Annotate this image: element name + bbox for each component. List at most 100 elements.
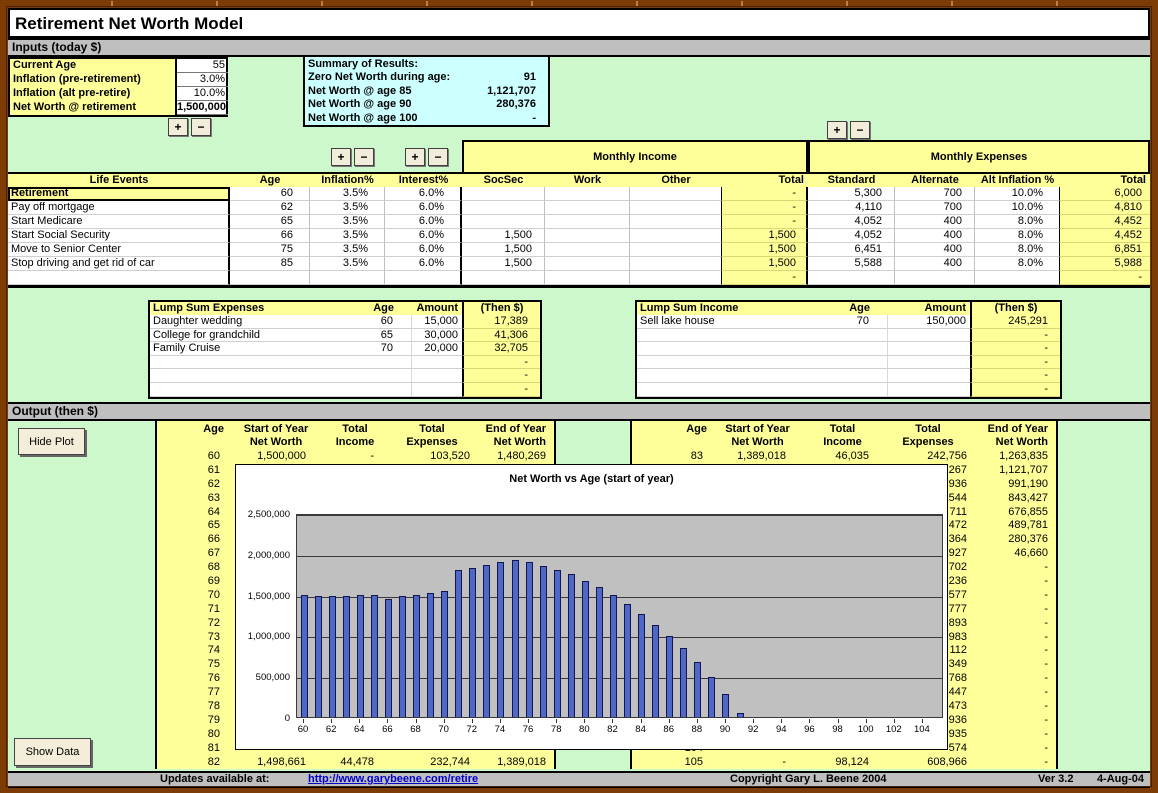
life-event-value-cell[interactable]: 5,588 bbox=[808, 257, 895, 271]
life-event-value-cell[interactable]: 75 bbox=[230, 243, 310, 257]
output-cell[interactable]: 232,744 bbox=[390, 756, 474, 770]
output-cell[interactable]: 76 bbox=[157, 672, 232, 686]
lump-cell[interactable]: 30,000 bbox=[412, 329, 462, 343]
life-event-value-cell[interactable]: 6,851 bbox=[1060, 243, 1150, 257]
life-event-value-cell[interactable] bbox=[545, 257, 630, 271]
lump-cell[interactable] bbox=[150, 369, 352, 383]
life-event-value-cell[interactable] bbox=[385, 271, 462, 285]
lump-cell[interactable]: - bbox=[970, 342, 1060, 356]
lump-cell[interactable] bbox=[412, 383, 462, 397]
show-data-button[interactable]: Show Data bbox=[14, 738, 91, 766]
minus-button[interactable]: − bbox=[191, 118, 211, 136]
life-event-value-cell[interactable]: 6.0% bbox=[385, 243, 462, 257]
life-event-value-cell[interactable]: 3.5% bbox=[310, 187, 385, 201]
lump-cell[interactable] bbox=[818, 342, 888, 356]
life-event-value-cell[interactable]: 6.0% bbox=[385, 229, 462, 243]
minus-button[interactable]: − bbox=[354, 148, 374, 166]
output-cell[interactable]: - bbox=[715, 756, 800, 770]
output-cell[interactable]: 70 bbox=[157, 589, 232, 603]
life-event-name-cell[interactable]: Retirement bbox=[8, 187, 230, 201]
output-cell[interactable]: 1,498,661 bbox=[232, 756, 320, 770]
lump-cell[interactable] bbox=[150, 383, 352, 397]
life-event-value-cell[interactable]: 6.0% bbox=[385, 215, 462, 229]
life-event-value-cell[interactable]: 4,052 bbox=[808, 215, 895, 229]
lump-cell[interactable] bbox=[888, 356, 970, 370]
output-cell[interactable]: 62 bbox=[157, 478, 232, 492]
life-event-value-cell[interactable]: 6.0% bbox=[385, 201, 462, 215]
life-event-value-cell[interactable]: 6.0% bbox=[385, 187, 462, 201]
life-event-value-cell[interactable]: 700 bbox=[895, 201, 975, 215]
output-cell[interactable]: 1,500,000 bbox=[232, 450, 320, 464]
lump-cell[interactable] bbox=[352, 369, 412, 383]
lump-cell[interactable]: - bbox=[462, 356, 540, 370]
life-event-value-cell[interactable]: 6,000 bbox=[1060, 187, 1150, 201]
lump-cell[interactable]: - bbox=[970, 329, 1060, 343]
output-cell[interactable]: 79 bbox=[157, 714, 232, 728]
lump-cell[interactable] bbox=[352, 356, 412, 370]
output-cell[interactable]: - bbox=[971, 658, 1056, 672]
output-cell[interactable]: 1,480,269 bbox=[474, 450, 554, 464]
lump-cell[interactable] bbox=[888, 342, 970, 356]
lump-cell[interactable] bbox=[637, 369, 818, 383]
output-cell[interactable]: - bbox=[971, 672, 1056, 686]
output-cell[interactable]: - bbox=[971, 728, 1056, 742]
output-cell[interactable]: 676,855 bbox=[971, 506, 1056, 520]
life-event-value-cell[interactable]: 8.0% bbox=[975, 229, 1060, 243]
lump-cell[interactable]: Sell lake house bbox=[637, 315, 818, 329]
life-event-value-cell[interactable] bbox=[462, 201, 545, 215]
life-event-value-cell[interactable]: - bbox=[722, 215, 808, 229]
life-event-value-cell[interactable] bbox=[545, 271, 630, 285]
life-event-value-cell[interactable]: 4,452 bbox=[1060, 229, 1150, 243]
life-event-value-cell[interactable]: 1,500 bbox=[722, 229, 808, 243]
life-event-value-cell[interactable]: 1,500 bbox=[722, 243, 808, 257]
life-event-value-cell[interactable] bbox=[310, 271, 385, 285]
life-event-value-cell[interactable]: 4,810 bbox=[1060, 201, 1150, 215]
lump-cell[interactable] bbox=[412, 356, 462, 370]
life-event-value-cell[interactable]: 4,052 bbox=[808, 229, 895, 243]
output-cell[interactable]: 1,263,835 bbox=[971, 450, 1056, 464]
output-cell[interactable]: 103,520 bbox=[390, 450, 474, 464]
output-cell[interactable]: - bbox=[971, 631, 1056, 645]
output-cell[interactable]: - bbox=[320, 450, 390, 464]
output-cell[interactable]: 63 bbox=[157, 492, 232, 506]
output-cell[interactable]: - bbox=[971, 617, 1056, 631]
minus-button[interactable]: − bbox=[850, 121, 870, 139]
lump-cell[interactable]: 41,306 bbox=[462, 329, 540, 343]
life-event-value-cell[interactable]: 700 bbox=[895, 187, 975, 201]
output-cell[interactable]: 489,781 bbox=[971, 519, 1056, 533]
life-event-value-cell[interactable]: 3.5% bbox=[310, 257, 385, 271]
output-cell[interactable]: 991,190 bbox=[971, 478, 1056, 492]
lump-cell[interactable]: 70 bbox=[352, 342, 412, 356]
net-worth-chart[interactable]: Net Worth vs Age (start of year) 2,500,0… bbox=[235, 464, 948, 750]
output-cell[interactable]: - bbox=[971, 603, 1056, 617]
plus-button[interactable]: + bbox=[827, 121, 847, 139]
life-event-value-cell[interactable] bbox=[230, 271, 310, 285]
lump-cell[interactable] bbox=[818, 329, 888, 343]
life-event-value-cell[interactable]: 3.5% bbox=[310, 243, 385, 257]
lump-cell[interactable]: 65 bbox=[352, 329, 412, 343]
lump-cell[interactable]: 60 bbox=[352, 315, 412, 329]
output-cell[interactable]: 69 bbox=[157, 575, 232, 589]
lump-cell[interactable]: 245,291 bbox=[970, 315, 1060, 329]
lump-cell[interactable] bbox=[888, 369, 970, 383]
lump-cell[interactable] bbox=[637, 329, 818, 343]
life-event-value-cell[interactable]: 10.0% bbox=[975, 201, 1060, 215]
life-event-value-cell[interactable] bbox=[630, 271, 722, 285]
output-cell[interactable]: - bbox=[971, 686, 1056, 700]
lump-cell[interactable]: Family Cruise bbox=[150, 342, 352, 356]
lump-cell[interactable]: 17,389 bbox=[462, 315, 540, 329]
life-event-value-cell[interactable] bbox=[462, 271, 545, 285]
life-event-value-cell[interactable]: 62 bbox=[230, 201, 310, 215]
life-event-value-cell[interactable]: 1,500 bbox=[462, 257, 545, 271]
life-event-value-cell[interactable]: 60 bbox=[230, 187, 310, 201]
minus-button[interactable]: − bbox=[428, 148, 448, 166]
lump-cell[interactable] bbox=[637, 356, 818, 370]
life-event-value-cell[interactable] bbox=[630, 201, 722, 215]
life-event-value-cell[interactable]: 8.0% bbox=[975, 243, 1060, 257]
output-cell[interactable]: 46,035 bbox=[800, 450, 885, 464]
life-event-value-cell[interactable] bbox=[462, 215, 545, 229]
lump-cell[interactable] bbox=[352, 383, 412, 397]
output-cell[interactable]: 98,124 bbox=[800, 756, 885, 770]
life-event-value-cell[interactable] bbox=[630, 215, 722, 229]
lump-cell[interactable] bbox=[412, 369, 462, 383]
